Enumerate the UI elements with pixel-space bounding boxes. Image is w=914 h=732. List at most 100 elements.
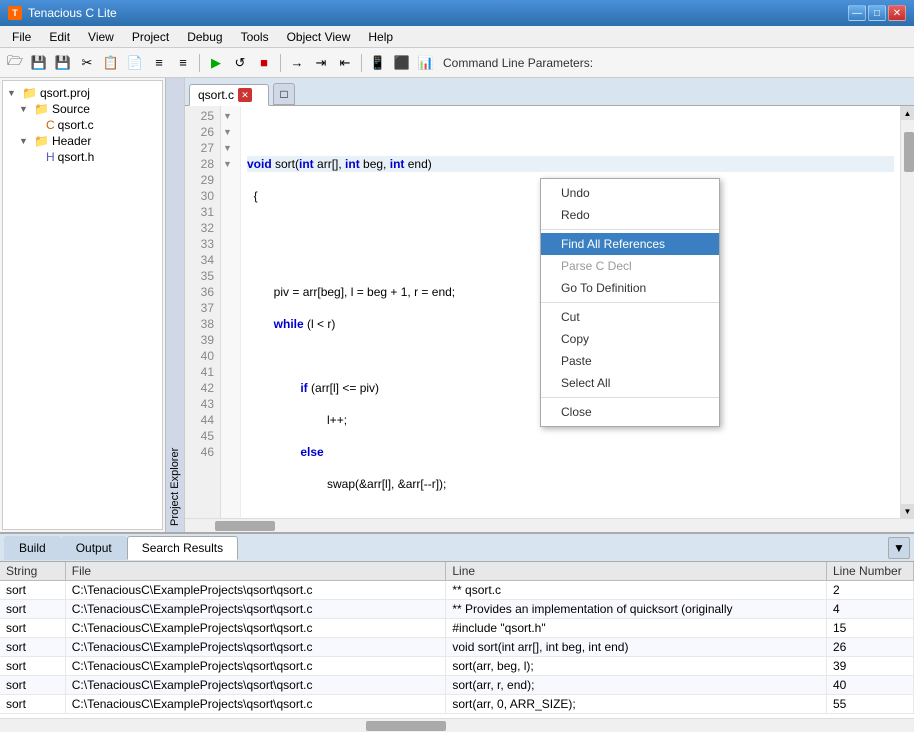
new-tab-button[interactable]: □ <box>273 83 295 105</box>
col-file[interactable]: File <box>65 562 446 581</box>
toolbar-rebuild[interactable]: ↺ <box>229 52 251 74</box>
result-row-0[interactable]: sortC:\TenaciousC\ExampleProjects\qsort\… <box>0 581 914 600</box>
fold-marker-32[interactable]: ▼ <box>223 140 238 156</box>
fold-marker-29[interactable]: ▼ <box>223 124 238 140</box>
menu-view[interactable]: View <box>80 28 122 46</box>
toolbar-step3[interactable]: ⇤ <box>334 52 356 74</box>
ctx-close[interactable]: Close <box>541 401 719 423</box>
result-cell-string-2: sort <box>0 619 65 638</box>
toolbar-run[interactable]: ▶ <box>205 52 227 74</box>
ctx-select-all[interactable]: Select All <box>541 372 719 394</box>
tree-item-source[interactable]: ▼ 📁 Source <box>19 101 158 117</box>
project-explorer-tab[interactable]: Project Explorer <box>165 78 184 532</box>
toolbar-stop[interactable]: ■ <box>253 52 275 74</box>
tree-item-qsort-h[interactable]: H qsort.h <box>31 149 158 165</box>
app-title: Tenacious C Lite <box>28 6 842 20</box>
tab-build[interactable]: Build <box>4 536 61 560</box>
tab-output[interactable]: Output <box>61 536 127 560</box>
tree-item-proj[interactable]: ▼ 📁 qsort.proj <box>7 85 158 101</box>
ctx-copy[interactable]: Copy <box>541 328 719 350</box>
result-cell-line-1: ** Provides an implementation of quickso… <box>446 600 827 619</box>
result-cell-line-4: sort(arr, beg, l); <box>446 657 827 676</box>
toolbar-chart[interactable]: 📊 <box>415 52 437 74</box>
proj-icon: 📁 <box>22 86 37 100</box>
ctx-cut[interactable]: Cut <box>541 306 719 328</box>
scroll-up-button[interactable]: ▲ <box>901 106 914 120</box>
toolbar-green[interactable]: ⬛ <box>391 52 413 74</box>
project-tree[interactable]: ▼ 📁 qsort.proj ▼ 📁 Source C qsort.c <box>2 80 163 530</box>
toolbar-paste[interactable]: 📄 <box>124 52 146 74</box>
editor-scrollbar[interactable]: ▲ ▼ <box>900 106 914 518</box>
menu-project[interactable]: Project <box>124 28 177 46</box>
toolbar-cut[interactable]: ✂ <box>76 52 98 74</box>
toolbar-step2[interactable]: ⇥ <box>310 52 332 74</box>
editor-hscroll-thumb[interactable] <box>215 521 275 531</box>
toolbar-save2[interactable]: 💾 <box>52 52 74 74</box>
toolbar-device[interactable]: 📱 <box>367 52 389 74</box>
toolbar-new[interactable]: 🗁 <box>4 52 26 74</box>
tab-search-results[interactable]: Search Results <box>127 536 238 560</box>
col-string[interactable]: String <box>0 562 65 581</box>
header-icon: 📁 <box>34 134 49 148</box>
tree-toggle-header[interactable]: ▼ <box>19 136 31 146</box>
editor-hscroll[interactable] <box>185 518 914 532</box>
bottom-hscroll[interactable] <box>0 718 914 732</box>
result-row-1[interactable]: sortC:\TenaciousC\ExampleProjects\qsort\… <box>0 600 914 619</box>
tab-qsortc-label: qsort.c <box>198 88 234 102</box>
minimize-button[interactable]: — <box>848 5 866 21</box>
fold-marker-26[interactable]: ▼ <box>223 108 238 124</box>
bottom-panel-arrow[interactable]: ▼ <box>888 537 910 559</box>
toolbar-copy[interactable]: 📋 <box>100 52 122 74</box>
result-row-6[interactable]: sortC:\TenaciousC\ExampleProjects\qsort\… <box>0 695 914 714</box>
bottom-tab-bar: Build Output Search Results ▼ <box>0 534 914 562</box>
toolbar-step[interactable]: → <box>286 52 308 74</box>
toolbar-save[interactable]: 💾 <box>28 52 50 74</box>
results-table: String File Line Line Number sortC:\Tena… <box>0 562 914 714</box>
menu-edit[interactable]: Edit <box>41 28 78 46</box>
tree-item-qsort-c[interactable]: C qsort.c <box>31 117 158 133</box>
tree-item-header[interactable]: ▼ 📁 Header <box>19 133 158 149</box>
col-line[interactable]: Line <box>446 562 827 581</box>
fold-marker-45[interactable]: ▼ <box>223 156 238 172</box>
maximize-button[interactable]: □ <box>868 5 886 21</box>
menu-object-view[interactable]: Object View <box>279 28 359 46</box>
close-button[interactable]: ✕ <box>888 5 906 21</box>
menu-tools[interactable]: Tools <box>233 28 277 46</box>
ctx-redo[interactable]: Redo <box>541 204 719 226</box>
code-editor[interactable]: 25 26 27 28 29 30 31 32 33 34 35 36 37 3… <box>185 106 914 518</box>
result-cell-file-2: C:\TenaciousC\ExampleProjects\qsort\qsor… <box>65 619 446 638</box>
tree-toggle-proj[interactable]: ▼ <box>7 88 19 98</box>
tree-label-header: Header <box>52 134 91 148</box>
results-table-wrap[interactable]: String File Line Line Number sortC:\Tena… <box>0 562 914 718</box>
result-cell-file-1: C:\TenaciousC\ExampleProjects\qsort\qsor… <box>65 600 446 619</box>
result-cell-file-5: C:\TenaciousC\ExampleProjects\qsort\qsor… <box>65 676 446 695</box>
file-c-icon: C <box>46 118 55 132</box>
tree-label-proj: qsort.proj <box>40 86 90 100</box>
ctx-paste[interactable]: Paste <box>541 350 719 372</box>
result-row-4[interactable]: sortC:\TenaciousC\ExampleProjects\qsort\… <box>0 657 914 676</box>
result-row-5[interactable]: sortC:\TenaciousC\ExampleProjects\qsort\… <box>0 676 914 695</box>
result-row-3[interactable]: sortC:\TenaciousC\ExampleProjects\qsort\… <box>0 638 914 657</box>
ctx-goto-def[interactable]: Go To Definition <box>541 277 719 299</box>
tab-qsortc[interactable]: qsort.c ✕ <box>189 84 269 106</box>
bottom-hscroll-thumb[interactable] <box>366 721 446 731</box>
tab-close-button[interactable]: ✕ <box>238 88 252 102</box>
result-cell-file-4: C:\TenaciousC\ExampleProjects\qsort\qsor… <box>65 657 446 676</box>
scroll-down-button[interactable]: ▼ <box>901 504 914 518</box>
col-linenum[interactable]: Line Number <box>827 562 914 581</box>
result-row-2[interactable]: sortC:\TenaciousC\ExampleProjects\qsort\… <box>0 619 914 638</box>
context-menu: Undo Redo Find All References Parse C De… <box>540 178 720 427</box>
menu-file[interactable]: File <box>4 28 39 46</box>
menu-debug[interactable]: Debug <box>179 28 230 46</box>
sidebar-inner: ▼ 📁 qsort.proj ▼ 📁 Source C qsort.c <box>0 78 184 532</box>
ctx-find-all-refs[interactable]: Find All References <box>541 233 719 255</box>
toolbar-unindent[interactable]: ≡ <box>172 52 194 74</box>
toolbar: 🗁 💾 💾 ✂ 📋 📄 ≡ ≡ ▶ ↺ ■ → ⇥ ⇤ 📱 ⬛ 📊 Comman… <box>0 48 914 78</box>
scroll-thumb[interactable] <box>904 132 914 172</box>
ctx-undo[interactable]: Undo <box>541 182 719 204</box>
fold-column: ▼ ▼ ▼ ▼ <box>221 106 241 518</box>
menu-help[interactable]: Help <box>360 28 401 46</box>
result-cell-string-1: sort <box>0 600 65 619</box>
toolbar-indent[interactable]: ≡ <box>148 52 170 74</box>
tree-toggle-source[interactable]: ▼ <box>19 104 31 114</box>
